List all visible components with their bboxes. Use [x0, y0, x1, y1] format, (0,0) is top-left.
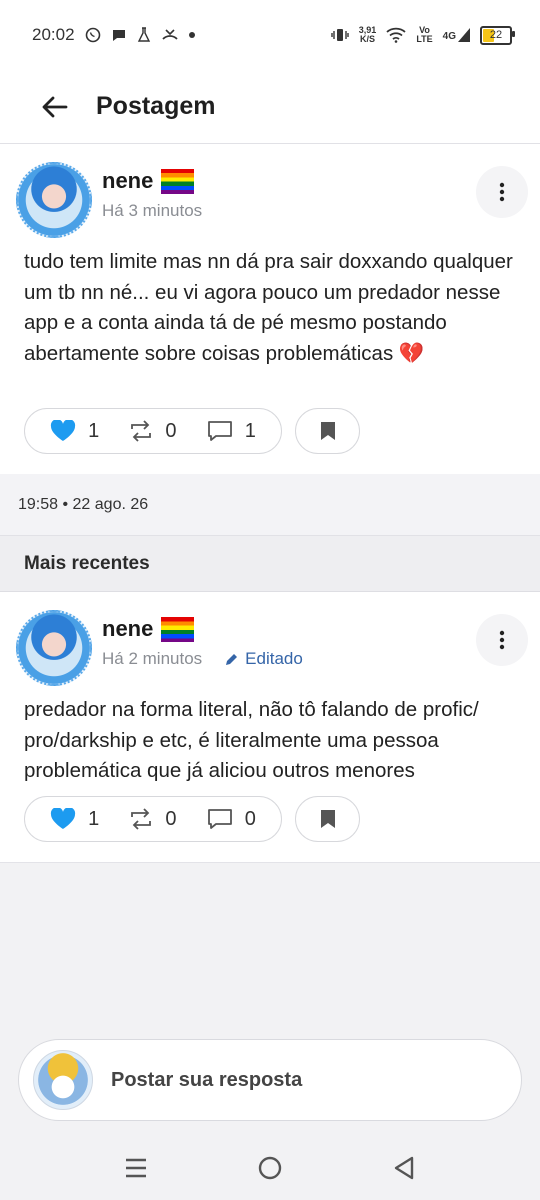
signal-indicator: 4G — [443, 28, 470, 42]
status-left: 20:02 — [32, 25, 195, 45]
repost-icon — [131, 808, 152, 830]
whatsapp-icon — [85, 27, 100, 43]
post-actions: 1 0 0 — [24, 796, 282, 842]
like-count: 1 — [88, 807, 100, 830]
wifi-icon — [386, 27, 406, 43]
system-back-button[interactable] — [392, 1155, 416, 1186]
vibrate-icon — [331, 29, 349, 41]
post-actions: 1 0 1 — [24, 408, 282, 454]
post-time: Há 3 minutos — [102, 201, 202, 221]
back-button[interactable] — [30, 82, 80, 132]
net-speed: 3,91 K/S — [359, 26, 377, 44]
battery-level: 22 — [489, 29, 503, 41]
more-options-button[interactable] — [476, 614, 528, 666]
home-button[interactable] — [257, 1155, 283, 1186]
comment-icon — [207, 809, 232, 829]
status-time: 20:02 — [32, 25, 75, 44]
volte-indicator: Vo LTE — [416, 26, 432, 44]
heart-icon — [51, 808, 76, 829]
like-button[interactable]: 1 — [50, 808, 99, 831]
page-title: Postagem — [96, 92, 216, 120]
system-nav-bar — [0, 1140, 540, 1200]
signal-icon — [458, 28, 470, 42]
edited-label: Editado — [224, 649, 303, 669]
bookmark-icon — [320, 422, 335, 440]
heart-icon — [51, 420, 76, 441]
comment-count: 1 — [244, 419, 256, 442]
volte-bottom: LTE — [416, 34, 433, 44]
status-bar: 20:02 3,91 K/S Vo LTE 4G 22 — [0, 0, 540, 70]
repost-count: 0 — [165, 807, 177, 830]
bookmark-icon — [320, 810, 335, 828]
battery-icon: 22 — [480, 25, 515, 45]
back-triangle-icon — [394, 1156, 413, 1179]
repost-button[interactable]: 0 — [129, 419, 177, 443]
reply-input[interactable]: Postar sua resposta — [18, 1039, 522, 1121]
bookmark-button[interactable] — [295, 796, 360, 842]
more-vert-icon — [499, 630, 505, 650]
avatar[interactable] — [16, 610, 92, 686]
more-vert-icon — [499, 182, 505, 202]
chat-icon — [112, 30, 125, 41]
avatar[interactable] — [16, 162, 92, 238]
post-date: 19:58 • 22 ago. 26 — [0, 474, 540, 536]
arrow-left-icon — [42, 96, 68, 117]
author-name-text: nene — [102, 168, 154, 193]
home-circle-icon — [258, 1156, 282, 1179]
recent-apps-button[interactable] — [124, 1157, 148, 1184]
repost-button[interactable]: 0 — [129, 807, 177, 831]
comment-count: 0 — [244, 807, 256, 830]
menu-icon — [126, 1158, 147, 1177]
author-name[interactable]: nene — [102, 616, 195, 642]
repost-icon — [131, 420, 152, 442]
comment-icon — [207, 421, 232, 441]
reply-placeholder: Postar sua resposta — [111, 1068, 303, 1091]
post-text: predador na forma literal, não tô faland… — [24, 698, 479, 782]
bookmark-button[interactable] — [295, 408, 360, 454]
comment-button[interactable]: 0 — [207, 808, 256, 831]
like-count: 1 — [88, 419, 100, 442]
author-name-text: nene — [102, 616, 154, 641]
avatar — [33, 1050, 93, 1110]
post-time-text: Há 2 minutos — [102, 649, 203, 668]
more-options-button[interactable] — [476, 166, 528, 218]
app-bar: Postagem — [0, 70, 540, 144]
section-title: Mais recentes — [0, 536, 540, 592]
edited-text: Editado — [245, 649, 303, 668]
comment-button[interactable]: 1 — [207, 420, 256, 443]
rainbow-flag-icon — [161, 616, 195, 642]
network-type: 4G — [442, 31, 456, 42]
like-button[interactable]: 1 — [50, 420, 99, 443]
main-post[interactable]: nene Há 3 minutos tudo tem limite mas nn… — [0, 144, 540, 475]
reply-post[interactable]: nene Há 2 minutos Editado predador na fo… — [0, 592, 540, 863]
post-text: tudo tem limite mas nn dá pra sair doxxa… — [24, 250, 513, 365]
notification-dot — [188, 32, 195, 38]
pencil-icon — [226, 653, 238, 665]
missed-call-icon — [161, 29, 178, 40]
rainbow-flag-icon — [161, 168, 195, 194]
flask-icon — [137, 27, 150, 42]
post-time: Há 2 minutos Editado — [102, 649, 303, 669]
net-speed-unit: K/S — [360, 34, 376, 44]
post-time-text: Há 3 minutos — [102, 201, 203, 220]
status-right: 3,91 K/S Vo LTE 4G 22 — [331, 25, 515, 45]
repost-count: 0 — [165, 419, 177, 442]
author-name[interactable]: nene — [102, 168, 195, 194]
